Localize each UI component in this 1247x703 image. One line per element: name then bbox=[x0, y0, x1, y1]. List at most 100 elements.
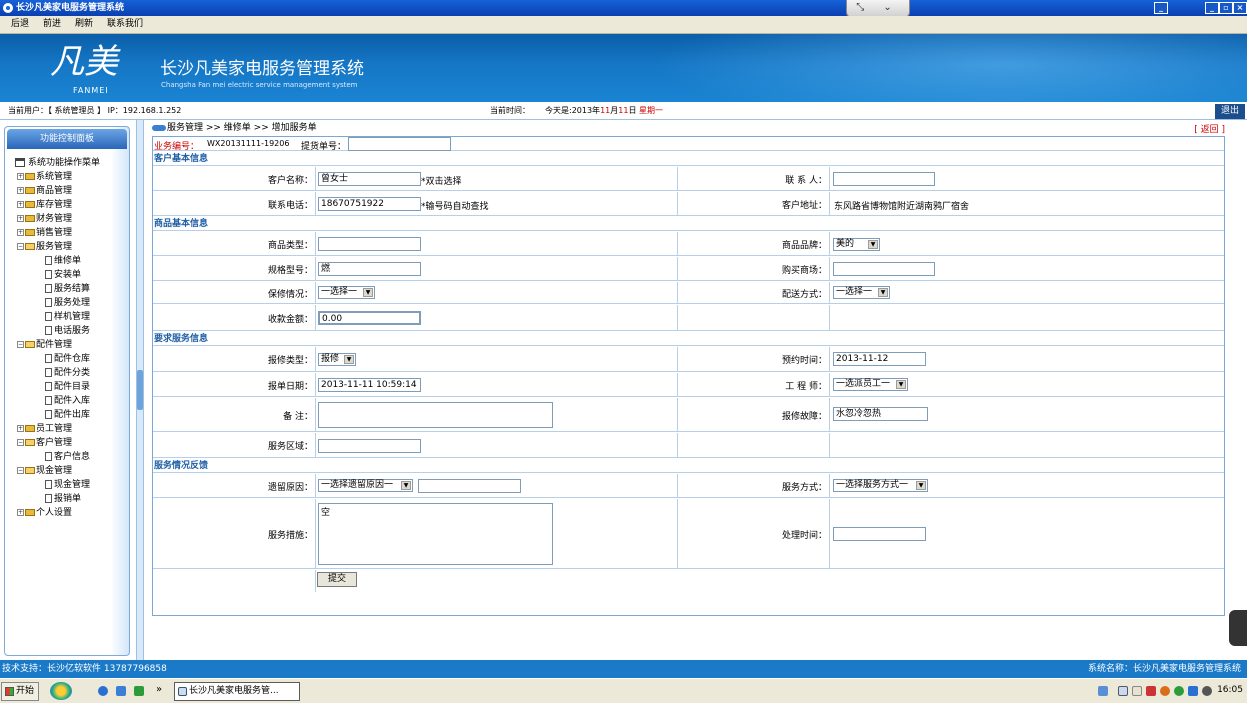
submit-button[interactable]: 提交 bbox=[317, 572, 357, 587]
tree-item-6-3[interactable]: 配件入库 bbox=[45, 395, 90, 408]
tree-group-5[interactable]: − 服务管理 bbox=[17, 241, 72, 254]
tree-group-2[interactable]: + 库存管理 bbox=[17, 199, 72, 212]
tree-item-6-4[interactable]: 配件出库 bbox=[45, 409, 90, 422]
plus-icon[interactable]: + bbox=[17, 215, 24, 222]
tray-security-icon[interactable] bbox=[1160, 686, 1170, 696]
close-button[interactable]: × bbox=[1233, 2, 1247, 14]
menu-back[interactable]: 后退 bbox=[11, 16, 29, 33]
ie-icon[interactable] bbox=[98, 686, 108, 696]
tree-group-3[interactable]: + 财务管理 bbox=[17, 213, 72, 226]
window-icon bbox=[178, 687, 187, 696]
tree-group-1[interactable]: + 商品管理 bbox=[17, 185, 72, 198]
appointment-input[interactable]: 2013-11-12 bbox=[833, 352, 926, 366]
left-reason-select[interactable]: 一选择遗留原因一 ▼ bbox=[318, 479, 413, 492]
tree-group-7[interactable]: + 员工管理 bbox=[17, 423, 72, 436]
tray-keyboard-icon[interactable] bbox=[1118, 686, 1128, 696]
plus-icon[interactable]: + bbox=[17, 229, 24, 236]
customer-name-input[interactable]: 曾女士 bbox=[318, 172, 421, 186]
minus-icon[interactable]: − bbox=[17, 341, 24, 348]
remark-textarea[interactable] bbox=[318, 402, 553, 428]
taskbar-window-item[interactable]: 长沙凡美家电服务管... bbox=[174, 682, 300, 701]
tree-item-5-4[interactable]: 样机管理 bbox=[45, 311, 90, 324]
tree-item-5-0[interactable]: 维修单 bbox=[45, 255, 81, 268]
handle-time-input[interactable] bbox=[833, 527, 926, 541]
cell-divider bbox=[315, 282, 316, 303]
splitter-grip[interactable] bbox=[137, 370, 143, 410]
start-button[interactable]: 开始 bbox=[1, 682, 39, 701]
explorer-icon[interactable] bbox=[116, 686, 126, 696]
page-icon bbox=[45, 452, 52, 461]
folder-icon bbox=[25, 243, 35, 250]
product-type-input[interactable] bbox=[318, 237, 421, 251]
measure-textarea[interactable]: 空 bbox=[318, 503, 553, 565]
warranty-select[interactable]: 一选择一 ▼ bbox=[318, 286, 375, 299]
fault-input[interactable]: 水忽冷忽热 bbox=[833, 407, 928, 421]
chevron-right-icon[interactable]: » bbox=[156, 684, 162, 695]
side-tab[interactable] bbox=[1229, 610, 1247, 646]
quicklaunch-icon[interactable] bbox=[134, 686, 144, 696]
taskbar-min-icon[interactable]: _ bbox=[1154, 2, 1168, 14]
tree-item-8-0[interactable]: 客户信息 bbox=[45, 451, 90, 464]
minus-icon[interactable]: − bbox=[17, 243, 24, 250]
report-date-input[interactable]: 2013-11-11 10:59:14 bbox=[318, 378, 421, 392]
model-input[interactable]: 燃 bbox=[318, 262, 421, 276]
handle-time-label: 处理时间： bbox=[781, 531, 827, 541]
tree-item-9-1[interactable]: 报销单 bbox=[45, 493, 81, 506]
tray-ime-icon[interactable] bbox=[1132, 686, 1142, 696]
minus-icon[interactable]: − bbox=[17, 467, 24, 474]
menu-contact[interactable]: 联系我们 bbox=[107, 16, 143, 33]
chevron-down-icon: ▼ bbox=[916, 481, 926, 490]
address-value[interactable]: 东风路省博物馆附近湖南鸦厂宿舍 bbox=[834, 199, 969, 212]
tree-item-5-3[interactable]: 服务处理 bbox=[45, 297, 90, 310]
menu-forward[interactable]: 前进 bbox=[43, 16, 61, 33]
tree-item-5-5[interactable]: 电话服务 bbox=[45, 325, 90, 338]
service-mode-select-value: 一选择服务方式一 bbox=[836, 480, 909, 490]
plus-icon[interactable]: + bbox=[17, 173, 24, 180]
menu-refresh[interactable]: 刷新 bbox=[75, 16, 93, 33]
repair-type-select-value: 报修 bbox=[321, 354, 340, 364]
sidebar-splitter[interactable] bbox=[136, 120, 144, 660]
plus-icon[interactable]: + bbox=[17, 187, 24, 194]
tree-group-8[interactable]: − 客户管理 bbox=[17, 437, 72, 450]
tree-group-0[interactable]: + 系统管理 bbox=[17, 171, 72, 184]
tree-group-4[interactable]: + 销售管理 bbox=[17, 227, 72, 240]
restore-button[interactable]: ▫ bbox=[1219, 2, 1233, 14]
tree-item-6-2[interactable]: 配件目录 bbox=[45, 381, 90, 394]
exit-button[interactable]: 退出 bbox=[1215, 104, 1245, 119]
minus-icon[interactable]: − bbox=[17, 439, 24, 446]
contact-input[interactable] bbox=[833, 172, 935, 186]
tree-group-10[interactable]: + 个人设置 bbox=[17, 507, 72, 520]
plus-icon[interactable]: + bbox=[17, 509, 24, 516]
back-link[interactable]: [ 返回 ] bbox=[1194, 122, 1225, 135]
plus-icon[interactable]: + bbox=[17, 425, 24, 432]
assistant-icon[interactable] bbox=[50, 682, 72, 700]
service-mode-select[interactable]: 一选择服务方式一 ▼ bbox=[833, 479, 928, 492]
tree-root[interactable]: 系统功能操作菜单 bbox=[15, 157, 100, 170]
cell-divider bbox=[677, 373, 678, 396]
store-input[interactable] bbox=[833, 262, 935, 276]
repair-type-select[interactable]: 报修 ▼ bbox=[318, 353, 356, 366]
tree-item-5-1[interactable]: 安装单 bbox=[45, 269, 81, 282]
tree-group-9[interactable]: − 现金管理 bbox=[17, 465, 72, 478]
tree-item-5-2[interactable]: 服务结算 bbox=[45, 283, 90, 296]
tree-item-9-0[interactable]: 现金管理 bbox=[45, 479, 90, 492]
tray-app-icon[interactable] bbox=[1146, 686, 1156, 696]
engineer-select[interactable]: 一选派员工一 ▼ bbox=[833, 378, 908, 391]
minimize-button[interactable]: _ bbox=[1205, 2, 1219, 14]
pickup-no-input[interactable] bbox=[348, 137, 451, 151]
area-input[interactable] bbox=[318, 439, 421, 453]
tray-status-icon[interactable] bbox=[1188, 686, 1198, 696]
brand-select[interactable]: 美的 ▼ bbox=[833, 238, 880, 251]
tray-volume-icon[interactable] bbox=[1202, 686, 1212, 696]
fee-input[interactable]: 0.00 bbox=[318, 311, 421, 325]
tree-item-6-0[interactable]: 配件仓库 bbox=[45, 353, 90, 366]
delivery-select[interactable]: 一选择一 ▼ bbox=[833, 286, 890, 299]
customer-row-2: 联系电话： 18670751922 *输号码自动查找 客户地址： 东风路省博物馆… bbox=[153, 192, 1224, 216]
left-reason-extra-input[interactable] bbox=[418, 479, 521, 493]
tray-update-icon[interactable] bbox=[1174, 686, 1184, 696]
tree-item-6-1[interactable]: 配件分类 bbox=[45, 367, 90, 380]
tree-group-6[interactable]: − 配件管理 bbox=[17, 339, 72, 352]
phone-input[interactable]: 18670751922 bbox=[318, 197, 421, 211]
tray-network-icon[interactable] bbox=[1098, 686, 1108, 696]
plus-icon[interactable]: + bbox=[17, 201, 24, 208]
